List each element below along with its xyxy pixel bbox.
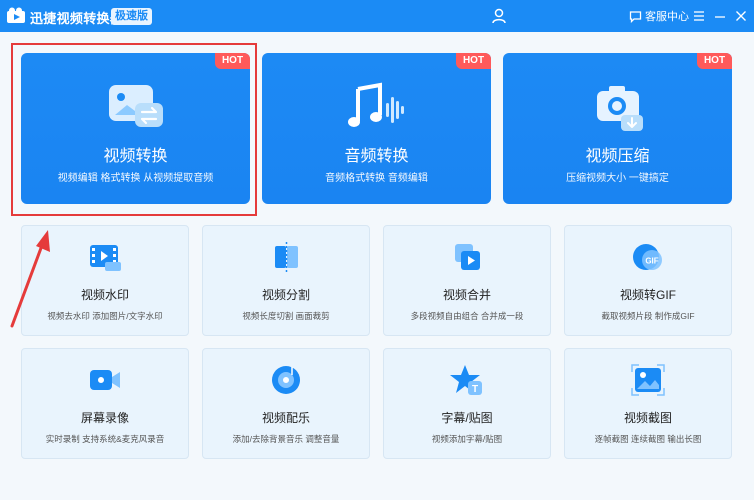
svg-text:T: T bbox=[472, 384, 478, 395]
card-title: 视频配乐 bbox=[261, 411, 310, 425]
hot-badge: HOT bbox=[697, 53, 732, 69]
film-watermark-icon bbox=[90, 245, 121, 271]
card-description: 音频格式转换 音频编辑 bbox=[325, 173, 428, 184]
video-music-card[interactable]: 视频配乐 添加/去除背景音乐 调整音量 bbox=[202, 348, 370, 459]
gif-icon: GIF bbox=[633, 244, 662, 270]
card-title: 视频压缩 bbox=[585, 148, 650, 165]
card-description: 逐帧截图 连续截图 输出长图 bbox=[594, 434, 702, 444]
hot-badge: HOT bbox=[456, 53, 491, 69]
menu-icon[interactable] bbox=[691, 8, 707, 24]
edition-badge: 极速版 bbox=[111, 8, 152, 25]
card-description: 视频长度切割 画面裁剪 bbox=[242, 311, 330, 321]
card-description: 截取视频片段 制作成GIF bbox=[601, 311, 695, 321]
music-wave-icon bbox=[347, 82, 404, 127]
merge-icon bbox=[455, 244, 480, 270]
card-title: 视频分割 bbox=[261, 288, 310, 302]
hot-badge: HOT bbox=[215, 53, 250, 69]
service-center-label: 客服中心 bbox=[645, 11, 689, 23]
title-bar: 迅捷视频转换器 极速版 客服中心 bbox=[0, 0, 754, 32]
screen-record-icon bbox=[90, 370, 120, 390]
app-title: 迅捷视频转换器 bbox=[30, 11, 124, 26]
card-description: 实时录制 支持系统&麦克风录音 bbox=[45, 434, 165, 444]
camera-compress-icon bbox=[596, 86, 643, 131]
video-screenshot-card[interactable]: 视频截图 逐帧截图 连续截图 输出长图 bbox=[564, 348, 732, 459]
minimize-icon[interactable] bbox=[712, 8, 728, 24]
star-subtitle-icon: T bbox=[450, 365, 482, 395]
app-logo-icon bbox=[7, 7, 25, 23]
user-icon[interactable] bbox=[490, 7, 508, 25]
card-title: 音频转换 bbox=[344, 148, 409, 165]
screen-record-card[interactable]: 屏幕录像 实时录制 支持系统&麦克风录音 bbox=[21, 348, 189, 459]
card-title: 视频转GIF bbox=[620, 288, 676, 302]
highlight-arrow-icon bbox=[10, 230, 50, 328]
video-convert-icon bbox=[108, 85, 163, 127]
audio-convert-card[interactable]: HOT 音频转换 音频格式转换 音频编辑 bbox=[262, 53, 491, 204]
card-title: 屏幕录像 bbox=[80, 411, 129, 425]
video-convert-card[interactable]: HOT 视频转换 视频编辑 格式转换 从视频提取音频 bbox=[21, 53, 250, 204]
main-panel: HOT 视频转换 视频编辑 格式转换 从视频提取音频 HOT 音频转换 音频格式… bbox=[0, 32, 754, 500]
video-to-gif-card[interactable]: GIF 视频转GIF 截取视频片段 制作成GIF bbox=[564, 225, 732, 336]
music-disc-icon bbox=[272, 366, 300, 394]
card-title: 视频截图 bbox=[623, 411, 672, 425]
chat-icon bbox=[629, 10, 642, 23]
card-title: 视频转换 bbox=[103, 148, 168, 165]
card-description: 添加/去除背景音乐 调整音量 bbox=[232, 434, 340, 444]
card-description: 视频添加字幕/贴图 bbox=[431, 434, 503, 444]
card-description: 视频编辑 格式转换 从视频提取音频 bbox=[57, 173, 214, 184]
card-description: 多段视频自由组合 合并成一段 bbox=[410, 311, 524, 321]
svg-text:GIF: GIF bbox=[645, 257, 658, 266]
card-title: 字幕/贴图 bbox=[441, 411, 493, 425]
screenshot-icon bbox=[631, 364, 665, 396]
close-icon[interactable] bbox=[733, 8, 749, 24]
split-icon bbox=[275, 242, 298, 272]
service-center-button[interactable]: 客服中心 bbox=[629, 8, 689, 24]
card-description: 压缩视频大小 一键搞定 bbox=[566, 173, 669, 184]
card-title: 视频合并 bbox=[442, 288, 491, 302]
subtitle-sticker-card[interactable]: T 字幕/贴图 视频添加字幕/贴图 bbox=[383, 348, 551, 459]
video-split-card[interactable]: 视频分割 视频长度切割 画面裁剪 bbox=[202, 225, 370, 336]
video-compress-card[interactable]: HOT 视频压缩 压缩视频大小 一键搞定 bbox=[503, 53, 732, 204]
video-merge-card[interactable]: 视频合并 多段视频自由组合 合并成一段 bbox=[383, 225, 551, 336]
